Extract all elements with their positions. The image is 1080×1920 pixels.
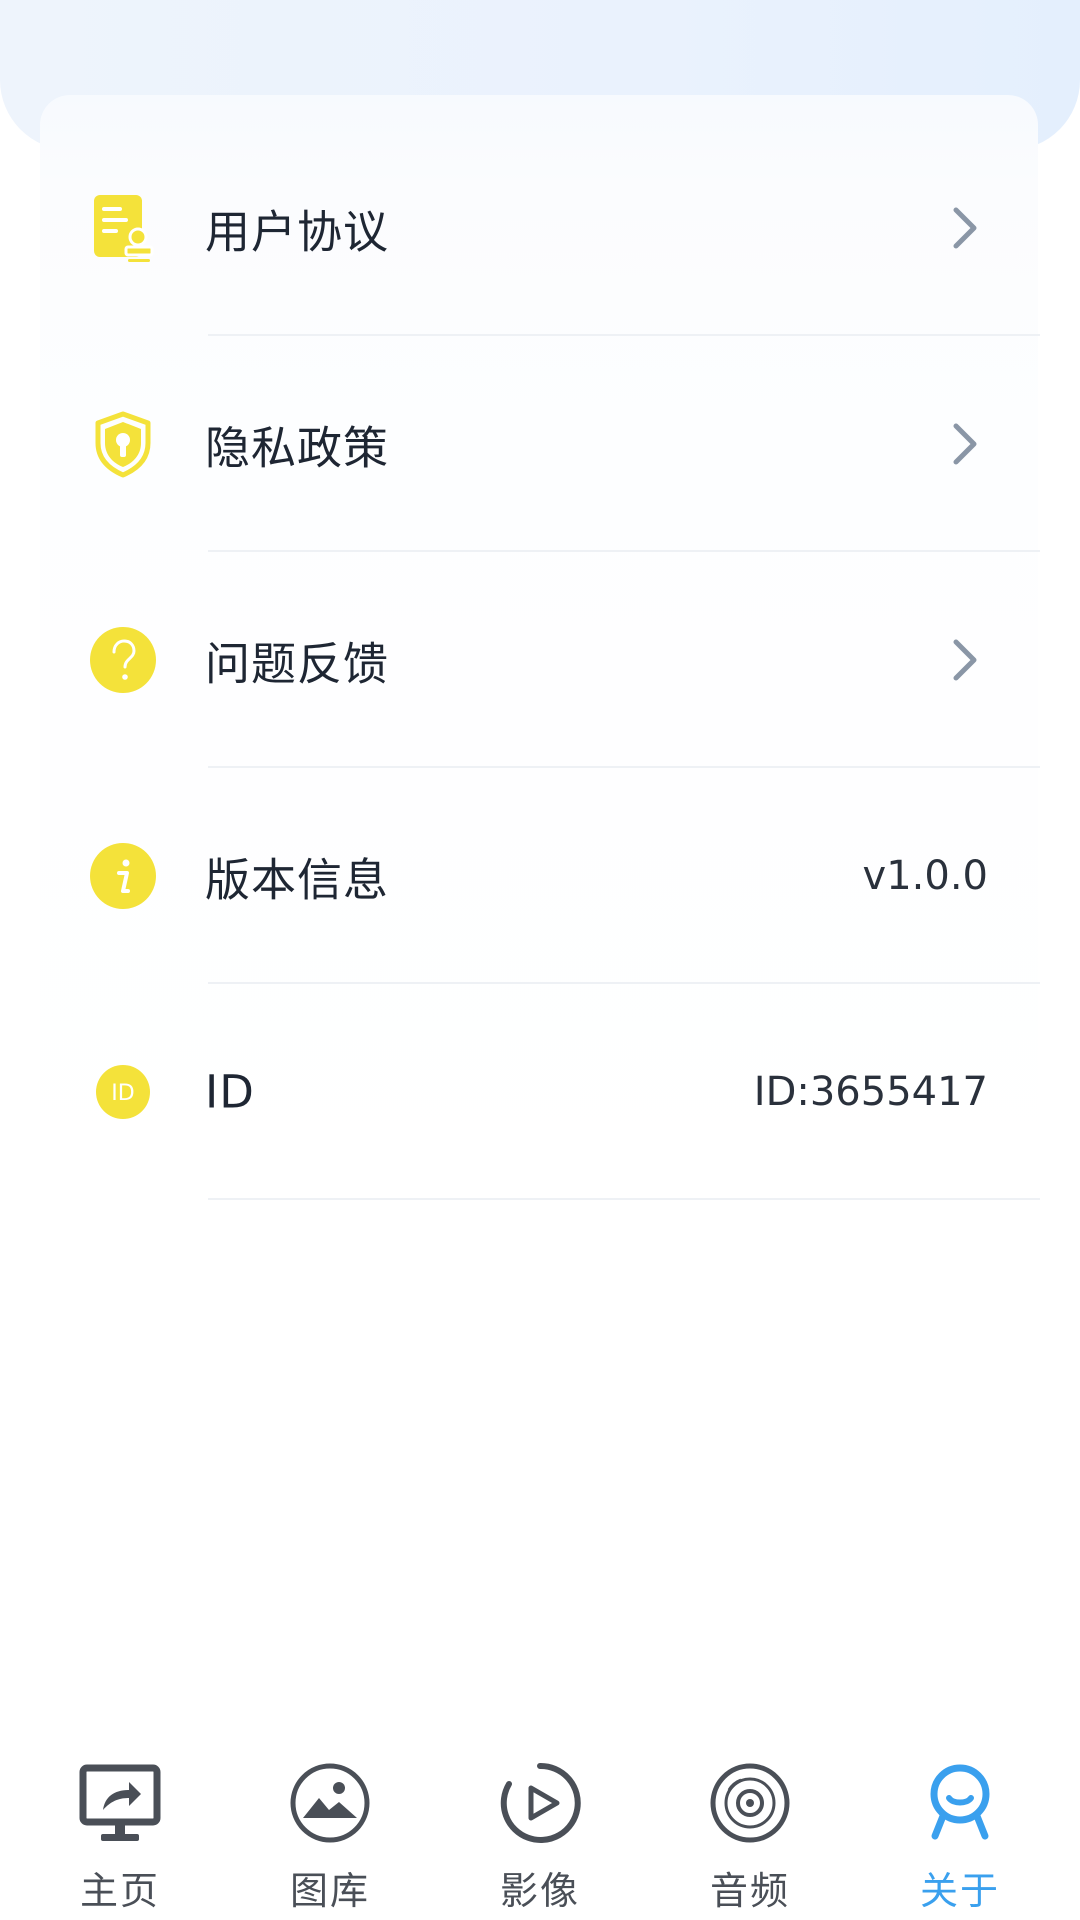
document-stamp-icon (94, 195, 154, 262)
tab-home[interactable]: 主页 (15, 1740, 225, 1920)
id-value: ID:3655417 (753, 1069, 988, 1115)
play-circle-icon (500, 1762, 581, 1843)
smiley-user-icon (930, 1764, 990, 1840)
version-value: v1.0.0 (862, 853, 988, 899)
divider (208, 1198, 1040, 1200)
tab-label: 关于 (919, 1869, 1000, 1913)
disc-icon (710, 1763, 790, 1843)
menu-item-privacy-policy[interactable]: 隐私政策 (0, 336, 1080, 552)
question-circle-icon (90, 627, 156, 693)
svg-text:ID: ID (111, 1081, 134, 1106)
chevron-right-icon (953, 423, 977, 465)
tab-video[interactable]: 影像 (435, 1740, 645, 1920)
tab-gallery[interactable]: 图库 (225, 1740, 435, 1920)
tab-label: 图库 (289, 1869, 370, 1913)
about-page: 用户协议 隐私政策 问题反馈 版本信息 v1.0.0 ID ID ID:3655… (0, 0, 1080, 1920)
menu-item-version-info: 版本信息 v1.0.0 (0, 768, 1080, 984)
menu-item-label: 用户协议 (205, 205, 390, 259)
gallery-icon (290, 1763, 370, 1843)
tab-label: 主页 (79, 1869, 160, 1913)
tab-label: 影像 (499, 1869, 580, 1913)
menu-item-id: ID ID ID:3655417 (0, 984, 1080, 1200)
menu-item-label: 问题反馈 (205, 637, 390, 691)
info-circle-icon (90, 843, 156, 909)
id-badge-icon: ID (96, 1065, 150, 1119)
menu-item-label: 版本信息 (205, 853, 390, 907)
tab-audio[interactable]: 音频 (645, 1740, 855, 1920)
tab-label: 音频 (709, 1869, 790, 1913)
menu-item-label: ID (205, 1065, 255, 1119)
chevron-right-icon (953, 639, 977, 681)
chevron-right-icon (953, 207, 977, 249)
menu-item-feedback[interactable]: 问题反馈 (0, 552, 1080, 768)
bottom-tab-bar: 主页 图库 影像 音频 关于 (0, 1740, 1080, 1920)
screen-share-icon (79, 1764, 161, 1841)
shield-lock-icon (95, 411, 151, 478)
menu-item-label: 隐私政策 (205, 421, 390, 475)
tab-about[interactable]: 关于 (855, 1740, 1065, 1920)
menu-item-user-agreement[interactable]: 用户协议 (0, 120, 1080, 336)
